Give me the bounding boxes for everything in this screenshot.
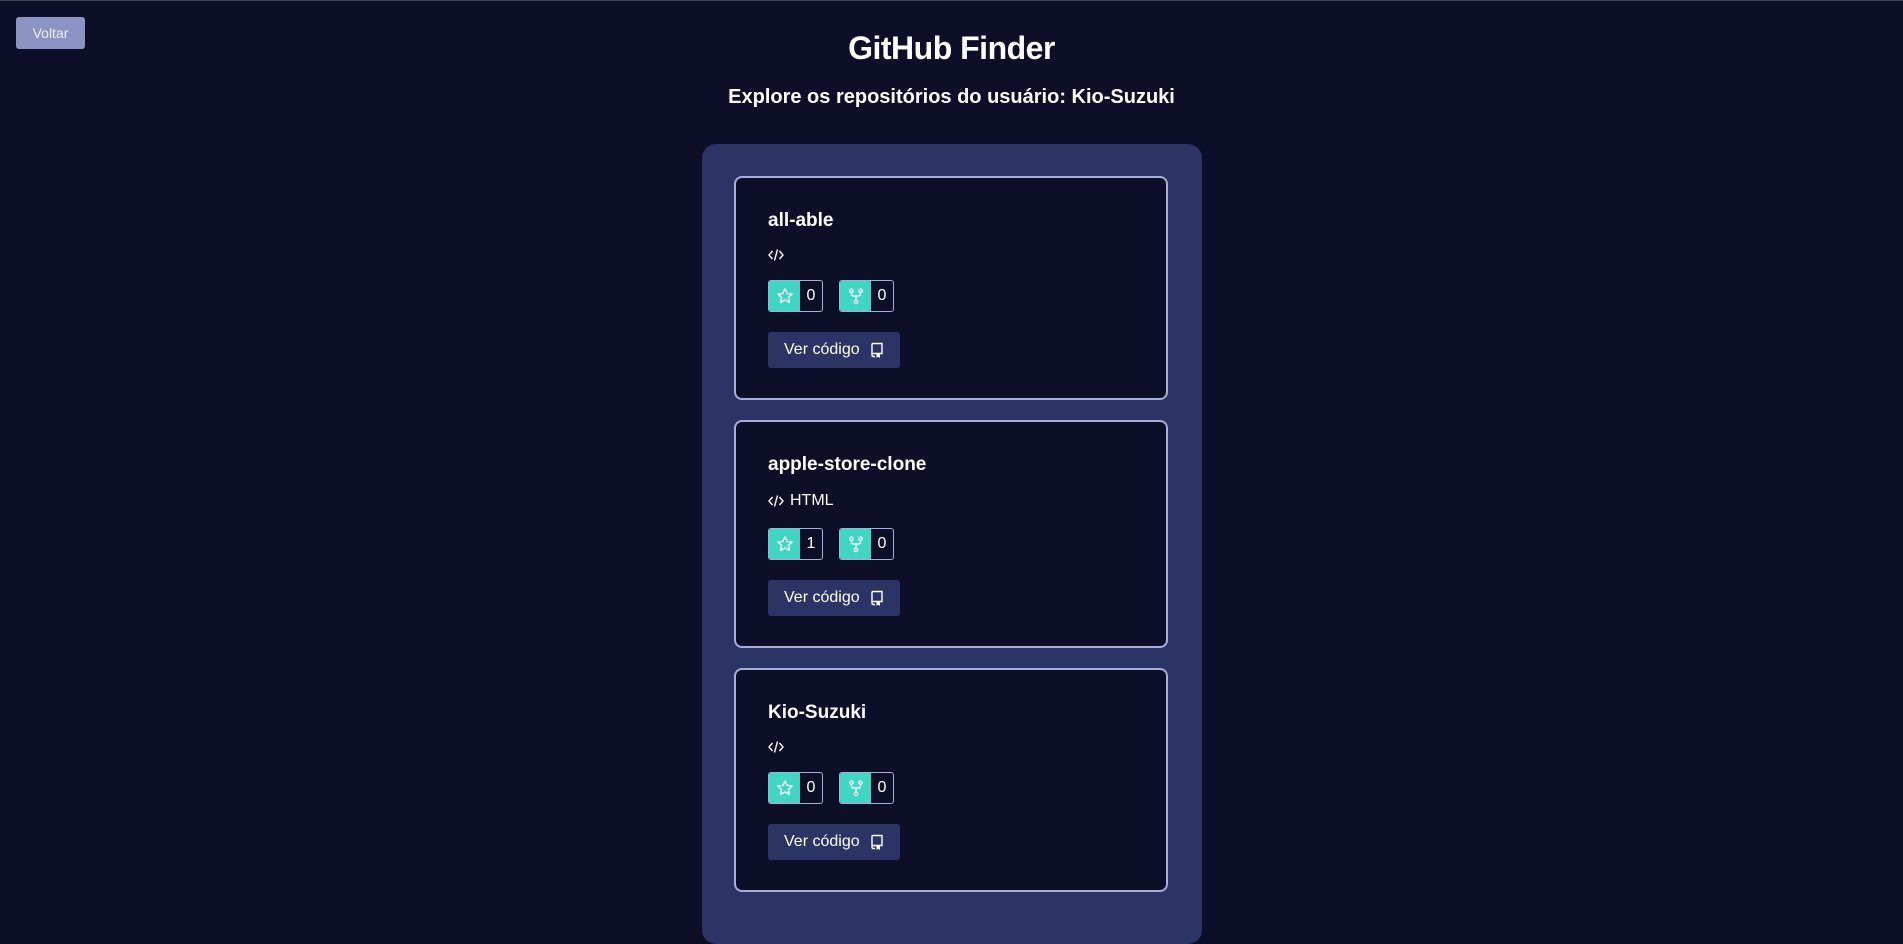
stars-count: 0 xyxy=(806,287,816,304)
repo-card: apple-store-clone HTML 1 0 Ver código xyxy=(734,420,1168,648)
stars-stat: 1 xyxy=(768,528,823,560)
page-subtitle: Explore os repositórios do usuário: Kio-… xyxy=(728,86,1175,108)
repo-language xyxy=(768,740,790,754)
view-code-label: Ver código xyxy=(784,833,860,850)
view-code-button[interactable]: Ver código xyxy=(768,580,900,616)
repo-stats: 0 0 xyxy=(768,772,910,804)
forks-count: 0 xyxy=(877,535,887,552)
fork-icon xyxy=(840,281,871,311)
star-icon xyxy=(769,281,800,311)
repo-name: all-able xyxy=(768,210,834,231)
repo-language xyxy=(768,248,790,262)
repo-stats: 1 0 xyxy=(768,528,910,560)
repo-language-label: HTML xyxy=(790,492,834,509)
code-icon xyxy=(768,740,784,754)
fork-icon xyxy=(840,773,871,803)
code-icon xyxy=(768,494,784,508)
stars-count: 0 xyxy=(806,779,816,796)
stars-stat: 0 xyxy=(768,280,823,312)
stars-count: 1 xyxy=(806,535,816,552)
view-code-button[interactable]: Ver código xyxy=(768,332,900,368)
repo-card: all-able 0 0 Ver código xyxy=(734,176,1168,400)
page-title: GitHub Finder xyxy=(848,30,1055,66)
repo-list-panel: all-able 0 0 Ver código apple-store-clon… xyxy=(702,144,1202,944)
star-icon xyxy=(769,773,800,803)
forks-stat: 0 xyxy=(839,280,894,312)
code-icon xyxy=(768,248,784,262)
forks-stat: 0 xyxy=(839,528,894,560)
stars-stat: 0 xyxy=(768,772,823,804)
forks-count: 0 xyxy=(877,779,887,796)
repo-icon xyxy=(870,834,884,850)
repo-name: Kio-Suzuki xyxy=(768,702,867,723)
forks-count: 0 xyxy=(877,287,887,304)
repo-name: apple-store-clone xyxy=(768,454,927,475)
repo-icon xyxy=(870,590,884,606)
repo-stats: 0 0 xyxy=(768,280,910,312)
repo-card: Kio-Suzuki 0 0 Ver código xyxy=(734,668,1168,892)
view-code-button[interactable]: Ver código xyxy=(768,824,900,860)
forks-stat: 0 xyxy=(839,772,894,804)
repo-language: HTML xyxy=(768,492,834,510)
fork-icon xyxy=(840,529,871,559)
top-border xyxy=(0,0,1903,1)
view-code-label: Ver código xyxy=(784,589,860,606)
view-code-label: Ver código xyxy=(784,341,860,358)
star-icon xyxy=(769,529,800,559)
repo-icon xyxy=(870,342,884,358)
